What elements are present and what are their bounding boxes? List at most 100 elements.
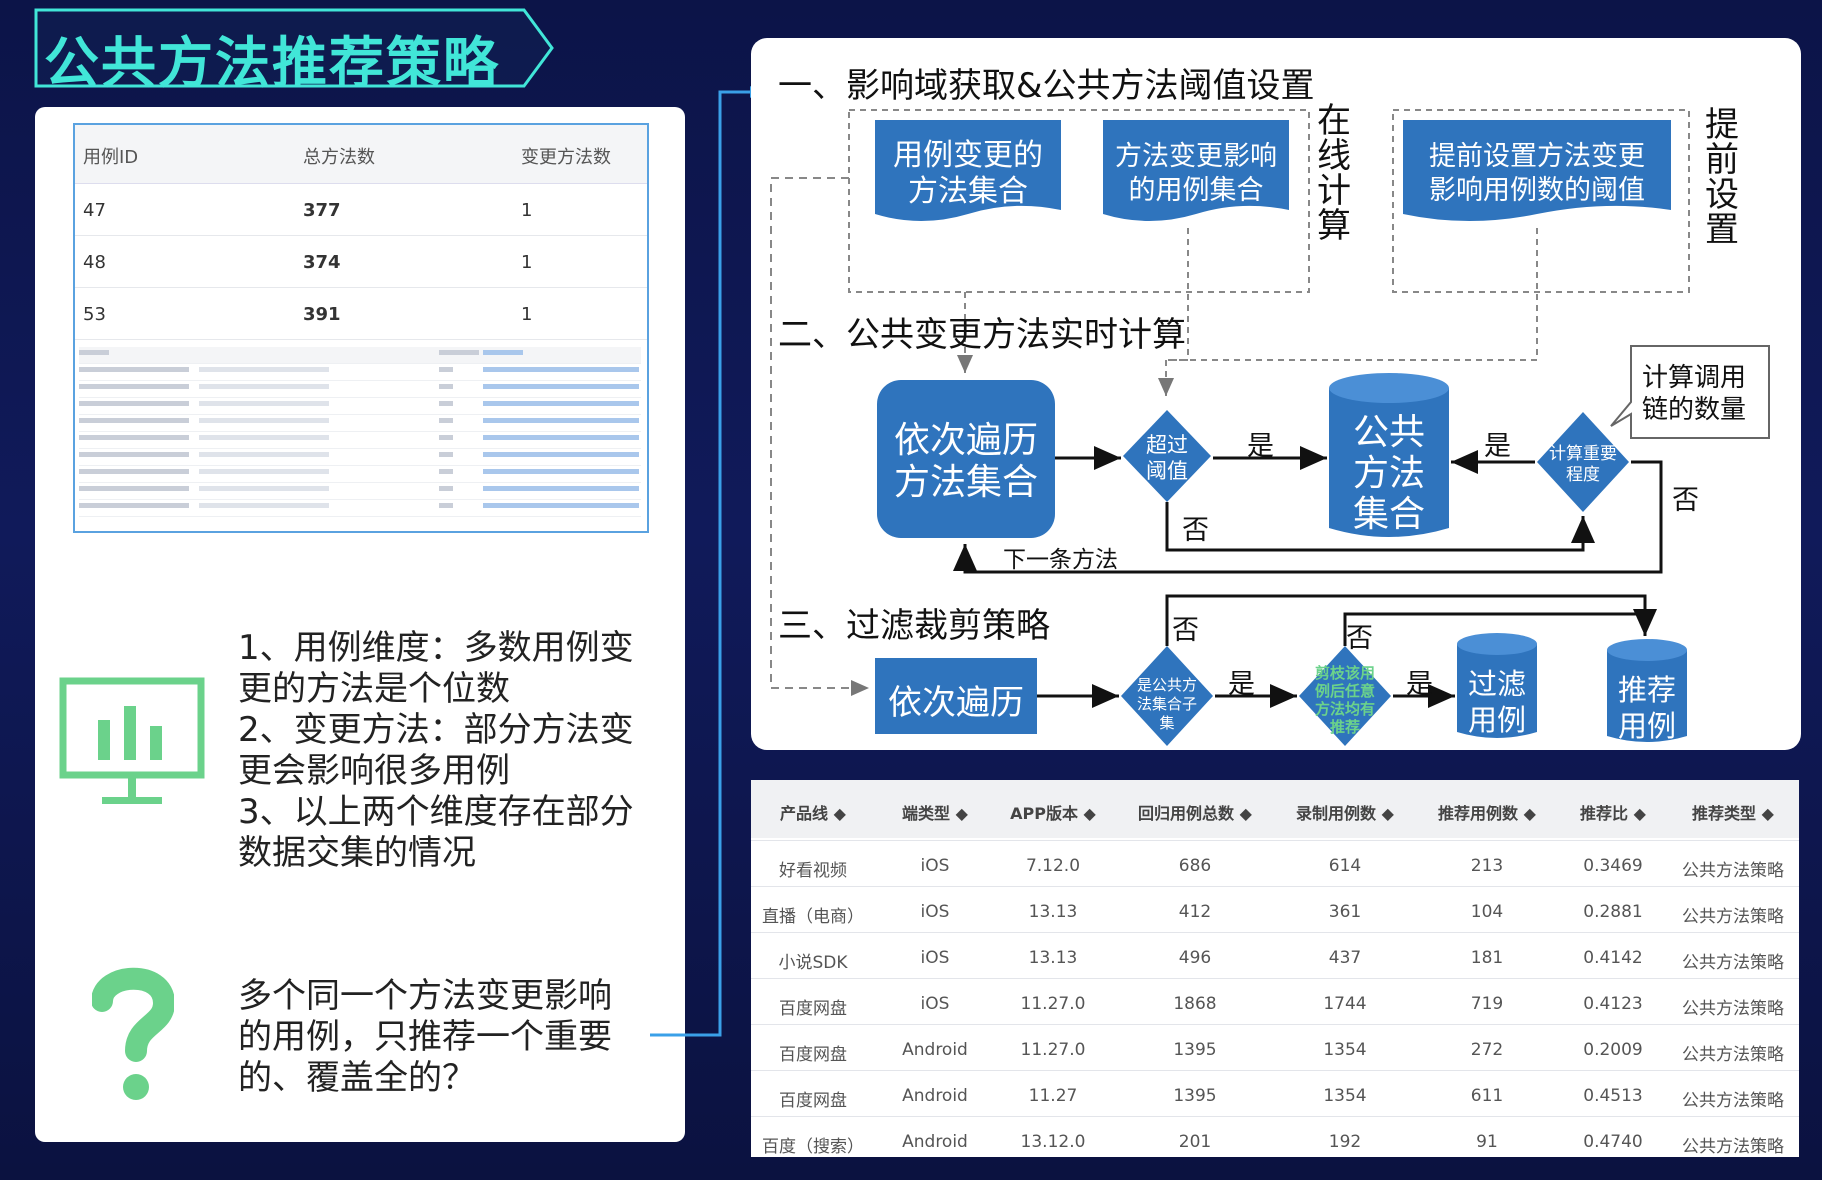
connector-line [650, 86, 760, 1037]
doc-case-changed-methods: 用例变更的 方法集合 [875, 138, 1061, 210]
diamond-label: 超过 [1146, 433, 1188, 457]
header-col-ratio[interactable]: 推荐比 ◆ [1543, 800, 1683, 824]
table-cell-col-type: 公共方法策略 [1682, 1045, 1784, 1065]
char: 前 [1705, 140, 1739, 180]
recommendation-results-table: 产品线 ◆ 端类型 ◆ APP版本 ◆ 回归用例总数 ◆ 录制用例数 ◆ 推荐用例数 ◆ 推… [751, 780, 1799, 1157]
row-divider [751, 932, 1799, 933]
doc-label: 方法集合 [908, 174, 1028, 209]
case-method-table: 用例ID 总方法数 变更方法数 47 377 1 48 374 1 53 391… [73, 123, 649, 533]
section-2-title: 二、公共变更方法实时计算 [778, 315, 1186, 355]
table-cell-col-recorded: 1744 [1323, 994, 1367, 1014]
table-cell-col-app-version: 11.27.0 [1020, 1040, 1086, 1060]
table-cell: 1 [521, 200, 533, 221]
table-cell: 53 [83, 304, 106, 325]
diamond-label: 剪枝该用 [1314, 664, 1375, 682]
diamond-label: 法集合子 [1136, 695, 1197, 713]
header-col-recorded[interactable]: 录制用例数 ◆ [1275, 800, 1415, 824]
cylinder-label: 过滤 [1467, 667, 1526, 701]
table-cell: 391 [303, 304, 341, 325]
cylinder-label: 方法 [1352, 453, 1425, 494]
table-cell-col-ratio: 0.4142 [1583, 948, 1643, 968]
table-cell-col-app-version: 13.13 [1028, 902, 1078, 922]
table-cell-col-regression-total: 1395 [1173, 1040, 1217, 1060]
cylinder-label: 推荐 [1617, 673, 1676, 707]
table-cell-col-recommended: 91 [1476, 1132, 1498, 1152]
callout-line: 计算调用 [1642, 363, 1747, 393]
yes-label: 是 [1484, 431, 1511, 462]
table-cell-col-recommended: 181 [1470, 948, 1504, 968]
table-cell-col-ratio: 0.3469 [1583, 856, 1643, 876]
bullet-line: 3、以上两个维度存在部分 [238, 792, 634, 832]
diamond-label: 推荐 [1329, 718, 1360, 736]
row-divider [751, 1070, 1799, 1071]
table-cell-col-recommended: 272 [1470, 1040, 1504, 1060]
callout-call-chain-count: 计算调用 链的数量 [1642, 362, 1746, 426]
header-col-app-version[interactable]: APP版本 ◆ [983, 800, 1123, 824]
bullet-line: 1、用例维度：多数用例变 [238, 628, 634, 668]
importance-label: 计算重要 程度 [1543, 444, 1623, 486]
diamond-label: 例后任意 [1314, 682, 1375, 700]
table-cell-col-recorded: 614 [1328, 856, 1362, 876]
table-cell-col-app-version: 11.27.0 [1020, 994, 1086, 1014]
filter-case-label: 过滤 用例 [1457, 666, 1537, 738]
cylinder-label: 公共 [1352, 412, 1425, 453]
bullet-line: 数据交集的情况 [238, 833, 476, 873]
table-cell-col-product: 小说SDK [778, 953, 848, 973]
table-cell-col-app-version: 13.12.0 [1020, 1132, 1086, 1152]
char: 线 [1317, 136, 1351, 176]
table-cell-col-regression-total: 1395 [1173, 1086, 1217, 1106]
bullet-line: 更会影响很多用例 [238, 751, 510, 791]
question-mark-icon [92, 967, 174, 1100]
row-divider [751, 886, 1799, 887]
table-cell-col-type: 公共方法策略 [1682, 999, 1784, 1019]
diamond-label: 计算重要 [1549, 444, 1617, 464]
row-divider [751, 1116, 1799, 1117]
header-col-product[interactable]: 产品线 ◆ [743, 800, 883, 824]
label-online-compute: 在 线 计 算 [1314, 104, 1354, 244]
table-cell-col-app-version: 11.27 [1028, 1086, 1078, 1106]
table-cell-col-type: 公共方法策略 [1682, 1137, 1784, 1157]
callout-line: 链的数量 [1642, 395, 1747, 425]
header-col-type[interactable]: 推荐类型 ◆ [1663, 800, 1803, 824]
table-cell-col-product: 百度（搜索） [762, 1137, 864, 1157]
table-cell: 1 [521, 304, 533, 325]
char: 设 [1705, 175, 1739, 215]
table-cell-col-regression-total: 1868 [1173, 994, 1217, 1014]
table-cell-col-recommended: 611 [1470, 1086, 1504, 1106]
section-3-title: 三、过滤裁剪策略 [778, 606, 1050, 646]
doc-label: 用例变更的 [893, 138, 1043, 173]
no-label: 否 [1182, 515, 1209, 546]
doc-label: 影响用例数的阈值 [1429, 175, 1645, 206]
diamond-label: 是公共方 [1136, 676, 1197, 694]
table-cell-col-recorded: 437 [1328, 948, 1362, 968]
section-1-title: 一、影响域获取&公共方法阈值设置 [778, 66, 1315, 106]
table-cell-col-product: 百度网盘 [779, 1045, 847, 1065]
table-cell-col-regression-total: 496 [1178, 948, 1212, 968]
header-col-recommended[interactable]: 推荐用例数 ◆ [1417, 800, 1557, 824]
table-cell-col-regression-total: 686 [1178, 856, 1212, 876]
box-label: 方法集合 [893, 462, 1038, 503]
table-cell-col-product: 好看视频 [779, 861, 847, 881]
header-total-methods: 总方法数 [303, 147, 375, 168]
label-preset: 提 前 设 置 [1702, 108, 1742, 248]
table-cell-col-ratio: 0.2881 [1583, 902, 1643, 922]
doc-method-affected-cases: 方法变更影响 的用例集合 [1103, 140, 1289, 208]
box-label: 依次遍历 [893, 420, 1038, 461]
no-label: 否 [1672, 485, 1699, 516]
table-header: 产品线 ◆ 端类型 ◆ APP版本 ◆ 回归用例总数 ◆ 录制用例数 ◆ 推荐用例数 ◆ 推… [751, 780, 1799, 838]
row-divider [751, 978, 1799, 979]
no-label: 否 [1172, 615, 1199, 646]
table-cell-col-app-version: 7.12.0 [1025, 856, 1081, 876]
table-cell: 374 [303, 252, 341, 273]
question-line: 的、覆盖全的？ [238, 1058, 476, 1098]
next-method-label: 下一条方法 [1003, 547, 1118, 573]
table-cell-col-recommended: 213 [1470, 856, 1504, 876]
table-cell-col-ratio: 0.2009 [1583, 1040, 1643, 1060]
question-line: 多个同一个方法变更影响 [238, 976, 612, 1016]
table-cell-col-product: 直播（电商） [762, 907, 864, 927]
table-cell-col-ratio: 0.4740 [1583, 1132, 1643, 1152]
monitor-chart-icon [59, 677, 205, 804]
header-col-regression-total[interactable]: 回归用例总数 ◆ [1125, 800, 1265, 824]
table-cell: 48 [83, 252, 106, 273]
char: 计 [1317, 171, 1351, 211]
